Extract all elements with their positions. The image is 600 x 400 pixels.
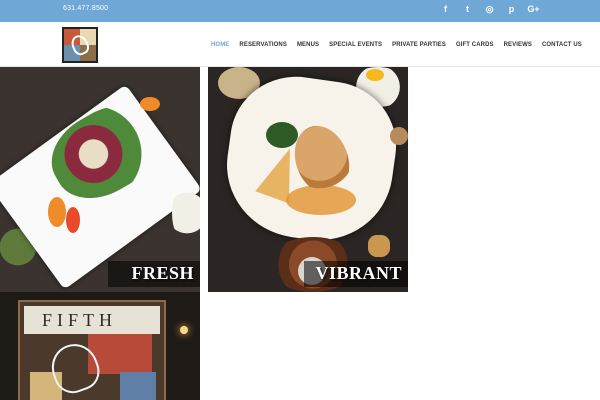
gallery-tile-fresh[interactable]: FRESH xyxy=(0,67,200,292)
caption-vibrant: VIBRANT xyxy=(315,263,402,283)
gallery-tile-sign[interactable]: FIFTH xyxy=(0,292,200,400)
nav-special-events[interactable]: SPECIAL EVENTS xyxy=(324,42,387,48)
nav-reservations[interactable]: RESERVATIONS xyxy=(234,42,292,48)
chanterelle xyxy=(368,235,390,257)
orange-slice xyxy=(48,197,66,227)
top-bar: 631.477.8500 f t ◎ p G+ xyxy=(0,0,600,22)
caption-fresh: FRESH xyxy=(131,263,194,283)
phone-number[interactable]: 631.477.8500 xyxy=(63,5,108,12)
greens xyxy=(266,122,298,148)
nav-gift-cards[interactable]: GIFT CARDS xyxy=(451,42,499,48)
gallery-tile-vibrant[interactable]: VIBRANT xyxy=(208,67,408,292)
grapefruit-slice xyxy=(66,207,80,233)
instagram-icon[interactable]: ◎ xyxy=(483,3,496,16)
twitter-icon[interactable]: t xyxy=(461,3,474,16)
nav-contact-us[interactable]: CONTACT US xyxy=(537,42,587,48)
sign-panel-blue xyxy=(120,372,156,400)
nav-reviews[interactable]: REVIEWS xyxy=(499,42,537,48)
social-links: f t ◎ p G+ xyxy=(439,3,540,16)
lamp-light xyxy=(180,326,188,334)
facebook-icon[interactable]: f xyxy=(439,3,452,16)
nav-home[interactable]: HOME xyxy=(206,20,234,48)
main-nav: HOME RESERVATIONS MENUS SPECIAL EVENTS P… xyxy=(206,20,587,67)
sign-text: FIFTH xyxy=(42,310,118,330)
nav-menus[interactable]: MENUS xyxy=(292,42,324,48)
mushroom xyxy=(390,127,408,145)
egg-yolk xyxy=(366,69,384,81)
rice-pile xyxy=(172,183,200,243)
site-logo[interactable] xyxy=(62,27,98,63)
pinterest-icon[interactable]: p xyxy=(505,3,518,16)
nav-private-parties[interactable]: PRIVATE PARTIES xyxy=(387,42,451,48)
google-plus-icon[interactable]: G+ xyxy=(527,3,540,16)
orange-slice xyxy=(140,97,160,111)
site-header: HOME RESERVATIONS MENUS SPECIAL EVENTS P… xyxy=(0,20,600,67)
